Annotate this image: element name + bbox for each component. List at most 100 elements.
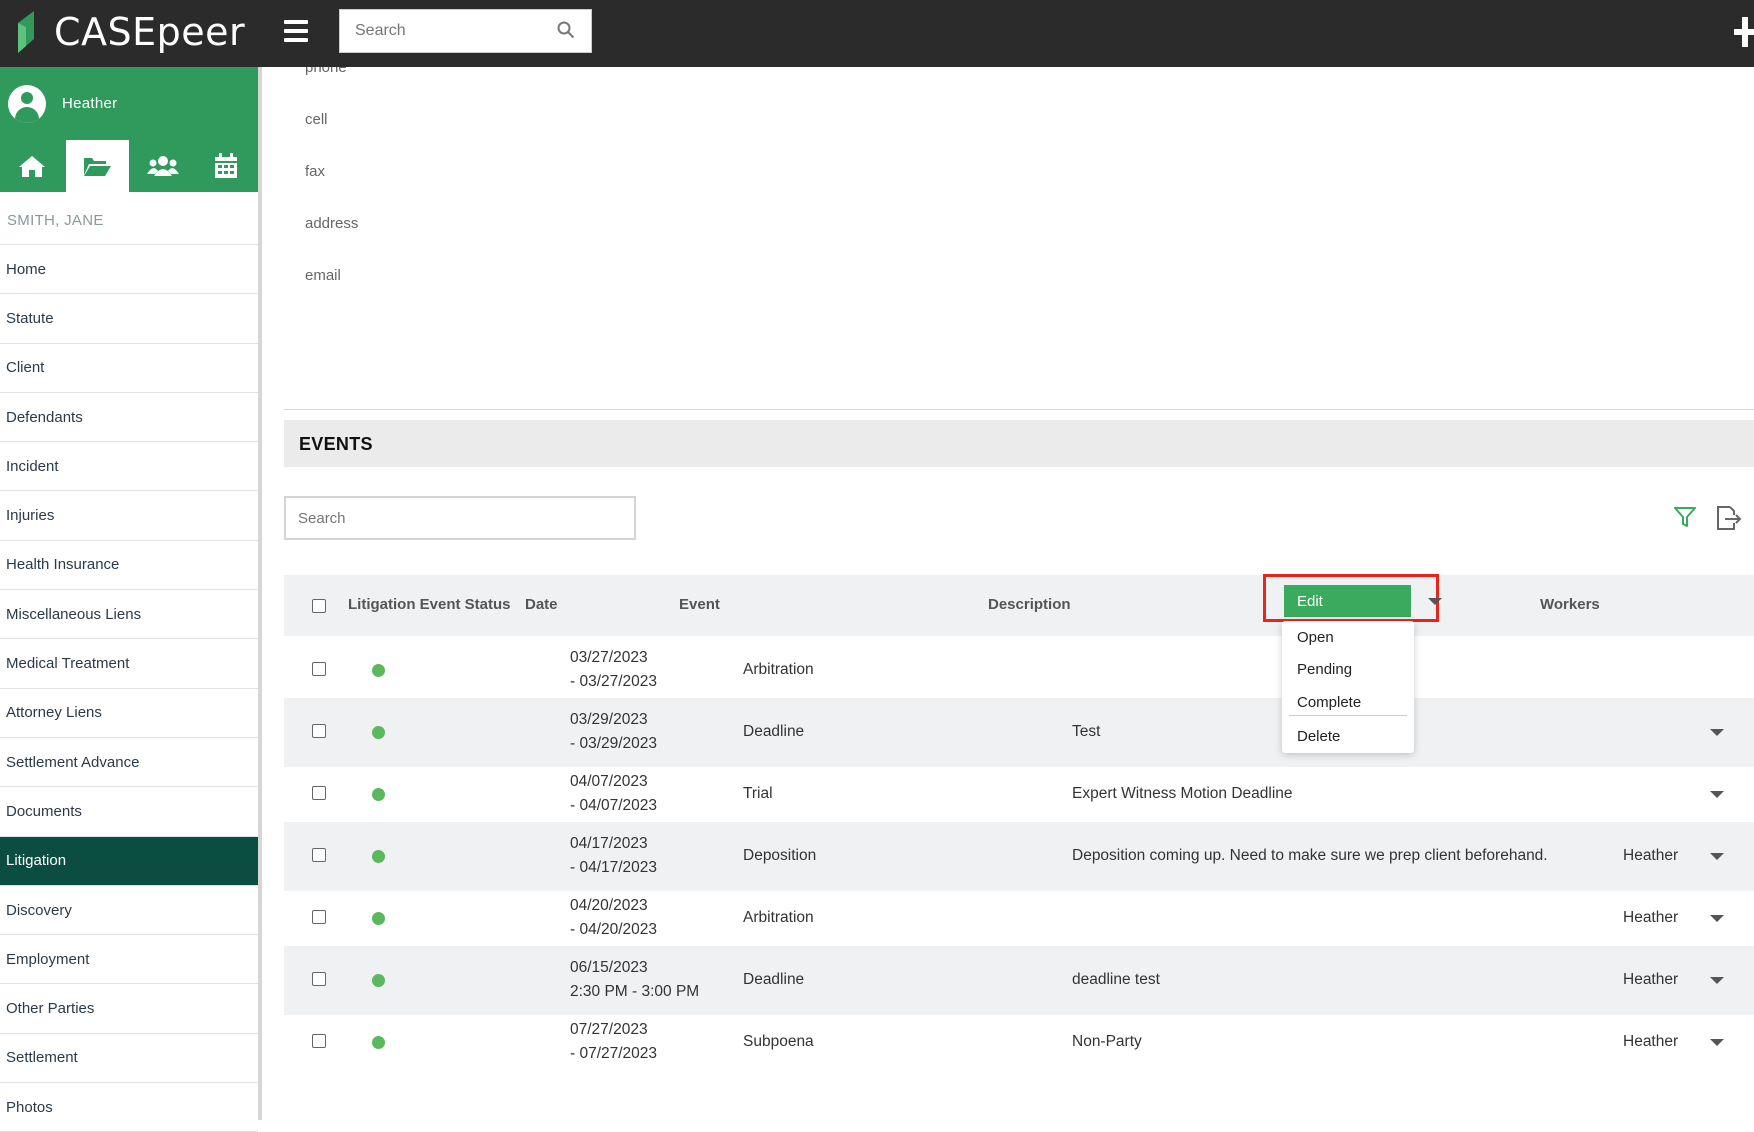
events-title: EVENTS	[299, 434, 373, 454]
event-date-end: - 04/07/2023	[570, 797, 658, 814]
table-row[interactable]: 03/29/2023 - 03/29/2023 Deadline Test	[284, 698, 1754, 767]
filter-icon[interactable]	[1673, 505, 1697, 529]
sidebar-item-medical-treatment[interactable]: Medical Treatment	[0, 639, 258, 689]
edit-button[interactable]: Edit	[1284, 585, 1411, 617]
row-action-caret-icon[interactable]	[1710, 853, 1724, 860]
event-date-start: 03/29/2023	[570, 711, 648, 728]
row-checkbox[interactable]	[312, 848, 326, 862]
event-description: deadline test	[1072, 971, 1160, 988]
row-checkbox[interactable]	[312, 1034, 326, 1048]
table-row[interactable]: 04/20/2023 - 04/20/2023 Arbitration Heather	[284, 884, 1754, 953]
event-type: Arbitration	[743, 661, 814, 678]
event-date-end: 2:30 PM - 3:00 PM	[570, 983, 700, 1000]
sidebar-item-other-parties[interactable]: Other Parties	[0, 984, 258, 1034]
row-action-caret-icon[interactable]	[1710, 1039, 1724, 1046]
menu-item-pending[interactable]: Pending	[1297, 661, 1352, 678]
section-divider	[284, 409, 1754, 410]
folder-open-icon	[84, 158, 112, 176]
events-search	[284, 496, 636, 540]
nav-calendar-button[interactable]	[195, 140, 259, 192]
export-icon[interactable]	[1714, 505, 1742, 531]
contact-label-cell: cell	[305, 111, 328, 128]
sidebar: Heather SMITH, JANE Home Statute Client …	[0, 67, 262, 1132]
row-checkbox[interactable]	[312, 724, 326, 738]
table-row[interactable]: 04/07/2023 - 04/07/2023 Trial Expert Witnes…	[284, 760, 1754, 829]
avatar-icon	[8, 84, 46, 123]
row-action-caret-icon[interactable]	[1710, 915, 1724, 922]
event-description: Deposition coming up. Need to make sure …	[1072, 847, 1548, 864]
event-date-start: 04/20/2023	[570, 897, 648, 914]
event-type: Deadline	[743, 971, 805, 988]
sidebar-item-settlement-advance[interactable]: Settlement Advance	[0, 738, 258, 788]
menu-item-complete[interactable]: Complete	[1297, 694, 1361, 711]
sidebar-item-settlement[interactable]: Settlement	[0, 1034, 258, 1084]
add-icon[interactable]	[1734, 17, 1754, 47]
sidebar-item-defendants[interactable]: Defendants	[0, 393, 258, 443]
table-row[interactable]: 06/15/2023 2:30 PM - 3:00 PM Deadline deadl…	[284, 946, 1754, 1015]
row-checkbox[interactable]	[312, 786, 326, 800]
row-checkbox[interactable]	[312, 662, 326, 676]
event-date-end: - 07/27/2023	[570, 1045, 658, 1062]
event-type: Arbitration	[743, 909, 814, 926]
top-bar: CASEpeer	[0, 0, 1754, 67]
status-dot	[372, 850, 385, 863]
table-row[interactable]: 07/27/2023 - 07/27/2023 Subpoena Non-Party H…	[284, 1008, 1754, 1077]
contact-label-fax: fax	[305, 163, 326, 180]
app-logo[interactable]: CASEpeer	[12, 6, 245, 58]
row-action-caret-icon[interactable]	[1710, 791, 1724, 798]
col-status-header[interactable]: Litigation Event Status	[348, 596, 511, 613]
search-icon[interactable]	[557, 21, 575, 39]
contact-label-email: email	[305, 267, 341, 284]
sidebar-item-home[interactable]: Home	[0, 245, 258, 295]
action-caret-icon[interactable]	[1428, 598, 1442, 605]
table-row[interactable]: 03/27/2023 - 03/27/2023 Arbitration	[284, 636, 1754, 705]
nav-cases-button[interactable]	[65, 140, 129, 192]
user-bar[interactable]: Heather	[0, 67, 258, 140]
nav-contacts-button[interactable]	[131, 140, 195, 192]
global-search-input[interactable]	[340, 10, 540, 52]
calendar-icon	[215, 153, 238, 178]
row-checkbox[interactable]	[312, 972, 326, 986]
sidebar-item-client[interactable]: Client	[0, 344, 258, 393]
event-type: Deadline	[743, 723, 805, 740]
users-icon	[146, 156, 179, 176]
sidebar-item-discovery[interactable]: Discovery	[0, 886, 258, 936]
event-date-end: - 03/29/2023	[570, 735, 658, 752]
row-action-caret-icon[interactable]	[1710, 977, 1724, 984]
event-description: Expert Witness Motion Deadline	[1072, 785, 1293, 802]
events-section-header: EVENTS	[284, 420, 1754, 467]
table-row[interactable]: 04/17/2023 - 04/17/2023 Deposition Depositi…	[284, 822, 1754, 891]
select-all-checkbox[interactable]	[312, 599, 326, 613]
sidebar-item-employment[interactable]: Employment	[0, 935, 258, 985]
menu-item-open[interactable]: Open	[1297, 629, 1334, 646]
sidebar-item-litigation[interactable]: Litigation	[0, 836, 258, 886]
menu-item-delete[interactable]: Delete	[1297, 728, 1340, 745]
event-worker: Heather	[1623, 847, 1679, 864]
event-date-end: - 03/27/2023	[570, 673, 658, 690]
col-workers-header[interactable]: Workers	[1540, 596, 1600, 613]
sidebar-item-photos[interactable]: Photos	[0, 1083, 258, 1132]
sidebar-item-miscellaneous-liens[interactable]: Miscellaneous Liens	[0, 590, 258, 640]
menu-divider	[1289, 715, 1407, 716]
sidebar-item-documents[interactable]: Documents	[0, 787, 258, 837]
col-date-header[interactable]: Date	[525, 596, 558, 613]
col-event-header[interactable]: Event	[679, 596, 720, 613]
event-description: Non-Party	[1072, 1033, 1142, 1050]
col-description-header[interactable]: Description	[988, 596, 1071, 613]
sidebar-nav-list: Home Statute Client Defendants Incident Injur…	[0, 245, 258, 1132]
sidebar-item-statute[interactable]: Statute	[0, 294, 258, 344]
contact-label-phone: phone	[305, 67, 347, 76]
row-checkbox[interactable]	[312, 910, 326, 924]
events-search-input[interactable]	[286, 498, 626, 538]
sidebar-item-incident[interactable]: Incident	[0, 442, 258, 492]
nav-home-button[interactable]	[0, 140, 64, 192]
leaf-logo-icon	[18, 11, 34, 53]
event-worker: Heather	[1623, 1033, 1679, 1050]
row-action-caret-icon[interactable]	[1710, 729, 1724, 736]
sidebar-item-injuries[interactable]: Injuries	[0, 491, 258, 541]
menu-toggle-icon[interactable]	[284, 20, 308, 42]
sidebar-item-health-insurance[interactable]: Health Insurance	[0, 541, 258, 591]
sidebar-item-attorney-liens[interactable]: Attorney Liens	[0, 689, 258, 738]
event-date-start: 07/27/2023	[570, 1021, 648, 1038]
event-type: Trial	[743, 785, 773, 802]
